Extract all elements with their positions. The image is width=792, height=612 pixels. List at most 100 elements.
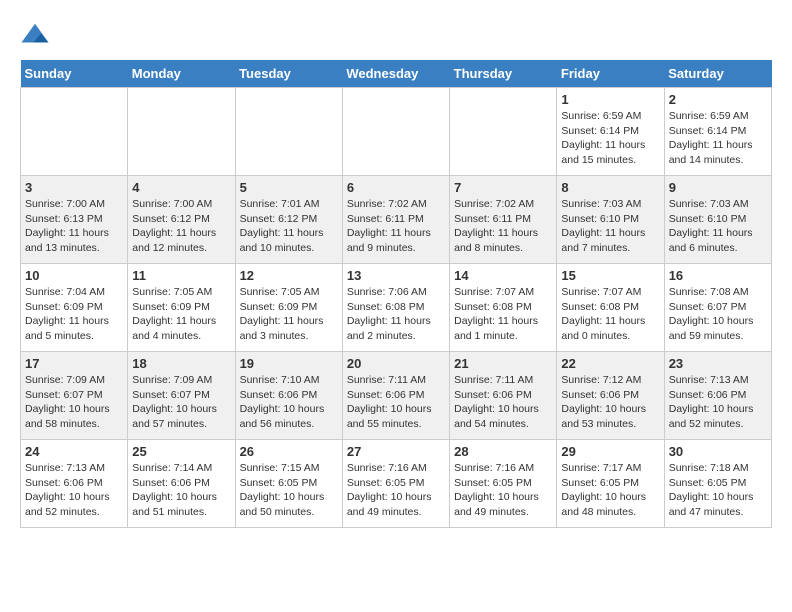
day-number: 21 [454,356,552,371]
calendar-cell: 25Sunrise: 7:14 AM Sunset: 6:06 PM Dayli… [128,440,235,528]
calendar-week-3: 10 Sunrise: 7:04 AM Sunset: 6:09 PM Dayli… [21,264,772,352]
day-number: 18 [132,356,230,371]
day-info: Sunrise: 7:02 AM Sunset: 6:11 PM Dayligh… [347,197,445,256]
calendar-cell: 1Sunrise: 6:59 AM Sunset: 6:14 PM Daylig… [557,88,664,176]
day-info: Sunrise: 7:12 AM Sunset: 6:06 PM Dayligh… [561,373,659,432]
calendar-cell: 23Sunrise: 7:13 AM Sunset: 6:06 PM Dayli… [664,352,771,440]
day-number: 22 [561,356,659,371]
day-number: 29 [561,444,659,459]
calendar-week-1: 1Sunrise: 6:59 AM Sunset: 6:14 PM Daylig… [21,88,772,176]
calendar-cell [128,88,235,176]
calendar-cell: 27Sunrise: 7:16 AM Sunset: 6:05 PM Dayli… [342,440,449,528]
day-info: Sunrise: 7:15 AM Sunset: 6:05 PM Dayligh… [240,461,338,520]
logo [20,20,54,50]
day-number: 8 [561,180,659,195]
day-number: 14 [454,268,552,283]
calendar-cell [342,88,449,176]
day-number: 10 [25,268,123,283]
calendar-cell: 3 Sunrise: 7:00 AM Sunset: 6:13 PM Daylig… [21,176,128,264]
day-number: 5 [240,180,338,195]
calendar-cell: 19Sunrise: 7:10 AM Sunset: 6:06 PM Dayli… [235,352,342,440]
calendar-cell: 4 Sunrise: 7:00 AM Sunset: 6:12 PM Daylig… [128,176,235,264]
calendar-cell: 15Sunrise: 7:07 AM Sunset: 6:08 PM Dayli… [557,264,664,352]
calendar-cell: 13 Sunrise: 7:06 AM Sunset: 6:08 PM Dayli… [342,264,449,352]
day-number: 13 [347,268,445,283]
day-info: Sunrise: 7:03 AM Sunset: 6:10 PM Dayligh… [669,197,767,256]
day-number: 9 [669,180,767,195]
day-number: 30 [669,444,767,459]
day-info: Sunrise: 7:08 AM Sunset: 6:07 PM Dayligh… [669,285,767,344]
calendar-cell: 24Sunrise: 7:13 AM Sunset: 6:06 PM Dayli… [21,440,128,528]
calendar-cell: 9 Sunrise: 7:03 AM Sunset: 6:10 PM Daylig… [664,176,771,264]
column-header-wednesday: Wednesday [342,60,449,88]
day-number: 20 [347,356,445,371]
calendar-cell: 7Sunrise: 7:02 AM Sunset: 6:11 PM Daylig… [450,176,557,264]
calendar-cell: 21 Sunrise: 7:11 AM Sunset: 6:06 PM Dayli… [450,352,557,440]
day-number: 24 [25,444,123,459]
day-number: 16 [669,268,767,283]
day-info: Sunrise: 7:14 AM Sunset: 6:06 PM Dayligh… [132,461,230,520]
column-header-monday: Monday [128,60,235,88]
calendar-cell: 17 Sunrise: 7:09 AM Sunset: 6:07 PM Dayli… [21,352,128,440]
calendar-cell: 30 Sunrise: 7:18 AM Sunset: 6:05 PM Dayli… [664,440,771,528]
day-info: Sunrise: 7:09 AM Sunset: 6:07 PM Dayligh… [25,373,123,432]
calendar-cell: 20 Sunrise: 7:11 AM Sunset: 6:06 PM Dayli… [342,352,449,440]
calendar-cell: 18 Sunrise: 7:09 AM Sunset: 6:07 PM Dayli… [128,352,235,440]
day-number: 6 [347,180,445,195]
column-header-sunday: Sunday [21,60,128,88]
day-number: 3 [25,180,123,195]
day-info: Sunrise: 7:06 AM Sunset: 6:08 PM Dayligh… [347,285,445,344]
day-info: Sunrise: 7:00 AM Sunset: 6:13 PM Dayligh… [25,197,123,256]
day-info: Sunrise: 7:03 AM Sunset: 6:10 PM Dayligh… [561,197,659,256]
calendar-cell: 6 Sunrise: 7:02 AM Sunset: 6:11 PM Daylig… [342,176,449,264]
calendar-cell: 16 Sunrise: 7:08 AM Sunset: 6:07 PM Dayli… [664,264,771,352]
day-info: Sunrise: 7:00 AM Sunset: 6:12 PM Dayligh… [132,197,230,256]
column-header-tuesday: Tuesday [235,60,342,88]
day-number: 27 [347,444,445,459]
day-number: 28 [454,444,552,459]
day-number: 4 [132,180,230,195]
day-info: Sunrise: 7:16 AM Sunset: 6:05 PM Dayligh… [454,461,552,520]
day-number: 26 [240,444,338,459]
day-number: 11 [132,268,230,283]
day-info: Sunrise: 7:09 AM Sunset: 6:07 PM Dayligh… [132,373,230,432]
day-info: Sunrise: 7:11 AM Sunset: 6:06 PM Dayligh… [347,373,445,432]
column-header-saturday: Saturday [664,60,771,88]
calendar-cell [450,88,557,176]
day-number: 12 [240,268,338,283]
calendar-cell: 8 Sunrise: 7:03 AM Sunset: 6:10 PM Daylig… [557,176,664,264]
day-number: 19 [240,356,338,371]
calendar-cell: 22 Sunrise: 7:12 AM Sunset: 6:06 PM Dayli… [557,352,664,440]
day-info: Sunrise: 6:59 AM Sunset: 6:14 PM Dayligh… [561,109,659,168]
column-header-friday: Friday [557,60,664,88]
calendar-header-row: SundayMondayTuesdayWednesdayThursdayFrid… [21,60,772,88]
calendar-week-4: 17 Sunrise: 7:09 AM Sunset: 6:07 PM Dayli… [21,352,772,440]
calendar-week-2: 3 Sunrise: 7:00 AM Sunset: 6:13 PM Daylig… [21,176,772,264]
calendar-week-5: 24Sunrise: 7:13 AM Sunset: 6:06 PM Dayli… [21,440,772,528]
calendar-cell: 5 Sunrise: 7:01 AM Sunset: 6:12 PM Daylig… [235,176,342,264]
page-header [20,20,772,50]
calendar-cell: 28 Sunrise: 7:16 AM Sunset: 6:05 PM Dayli… [450,440,557,528]
calendar-cell: 10 Sunrise: 7:04 AM Sunset: 6:09 PM Dayli… [21,264,128,352]
day-info: Sunrise: 7:07 AM Sunset: 6:08 PM Dayligh… [561,285,659,344]
day-number: 17 [25,356,123,371]
column-header-thursday: Thursday [450,60,557,88]
day-number: 2 [669,92,767,107]
logo-icon [20,20,50,50]
day-info: Sunrise: 6:59 AM Sunset: 6:14 PM Dayligh… [669,109,767,168]
day-info: Sunrise: 7:11 AM Sunset: 6:06 PM Dayligh… [454,373,552,432]
calendar-cell [21,88,128,176]
day-info: Sunrise: 7:04 AM Sunset: 6:09 PM Dayligh… [25,285,123,344]
calendar-cell: 26 Sunrise: 7:15 AM Sunset: 6:05 PM Dayli… [235,440,342,528]
calendar-table: SundayMondayTuesdayWednesdayThursdayFrid… [20,60,772,528]
day-info: Sunrise: 7:05 AM Sunset: 6:09 PM Dayligh… [240,285,338,344]
day-number: 23 [669,356,767,371]
calendar-cell: 12 Sunrise: 7:05 AM Sunset: 6:09 PM Dayli… [235,264,342,352]
calendar-cell: 29 Sunrise: 7:17 AM Sunset: 6:05 PM Dayli… [557,440,664,528]
calendar-cell: 2 Sunrise: 6:59 AM Sunset: 6:14 PM Daylig… [664,88,771,176]
day-info: Sunrise: 7:18 AM Sunset: 6:05 PM Dayligh… [669,461,767,520]
day-info: Sunrise: 7:01 AM Sunset: 6:12 PM Dayligh… [240,197,338,256]
calendar-cell: 11 Sunrise: 7:05 AM Sunset: 6:09 PM Dayli… [128,264,235,352]
day-info: Sunrise: 7:05 AM Sunset: 6:09 PM Dayligh… [132,285,230,344]
day-info: Sunrise: 7:17 AM Sunset: 6:05 PM Dayligh… [561,461,659,520]
